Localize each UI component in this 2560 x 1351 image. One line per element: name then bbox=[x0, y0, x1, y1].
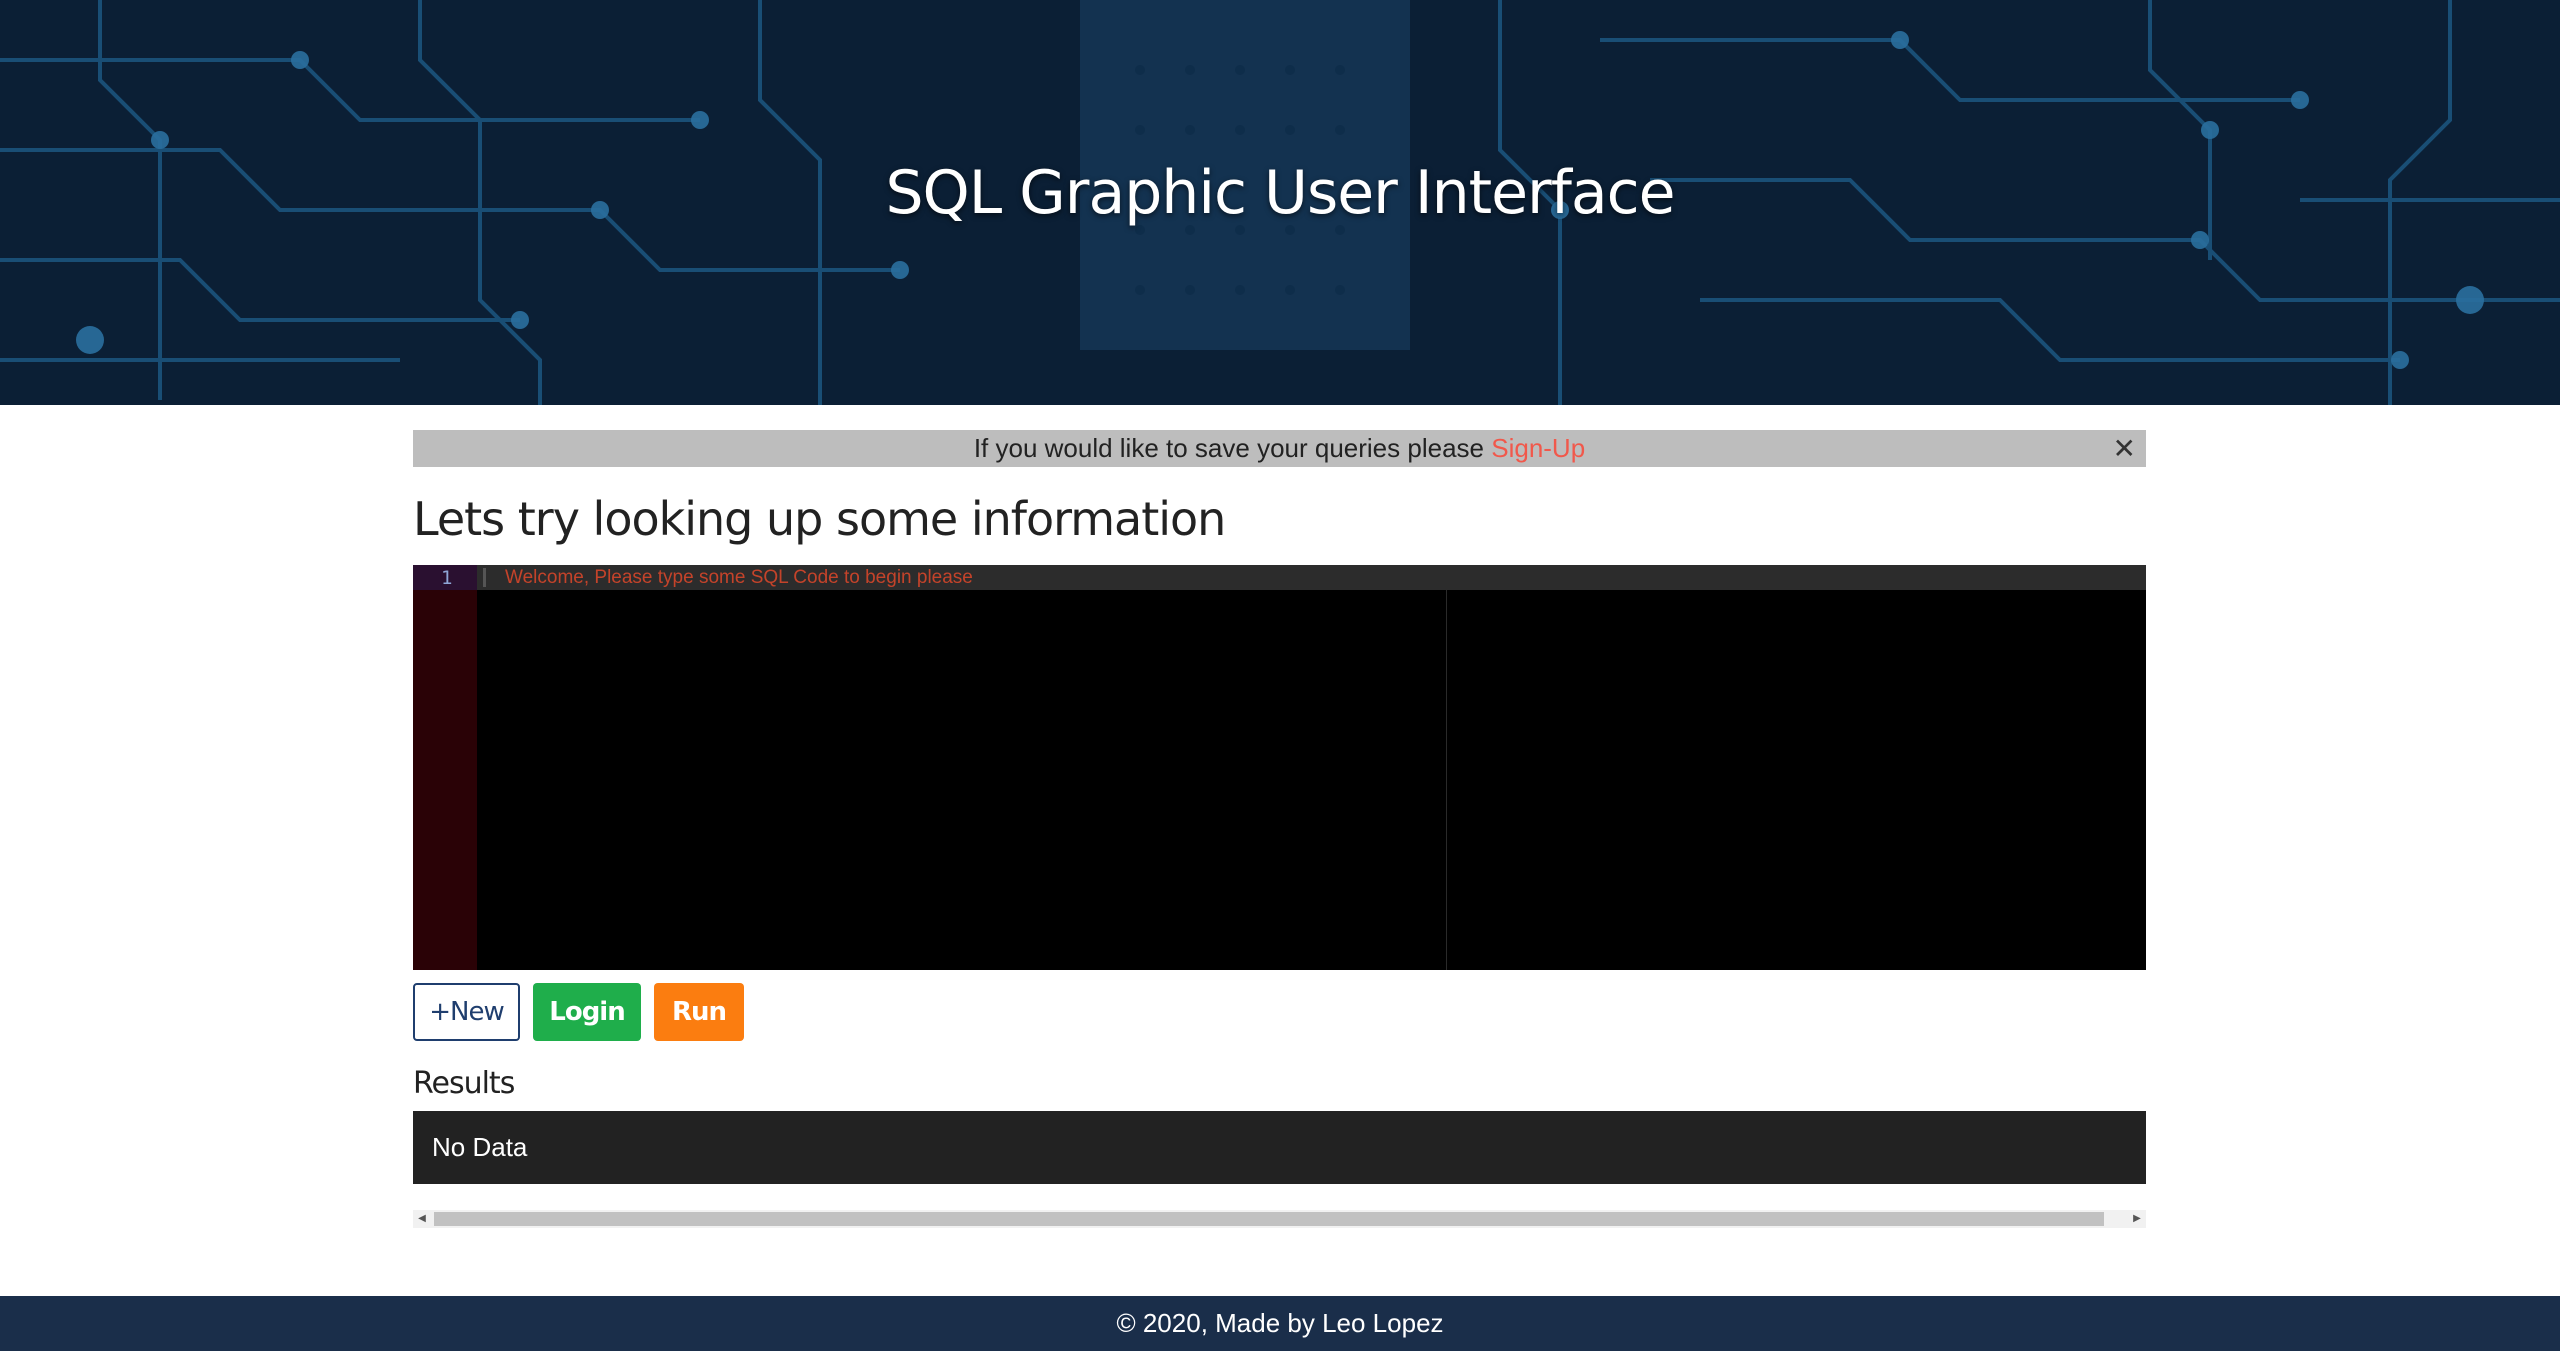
main-content: If you would like to save your queries p… bbox=[413, 430, 2146, 1228]
run-button[interactable]: Run bbox=[654, 983, 744, 1041]
scrollbar-thumb[interactable] bbox=[434, 1212, 2104, 1226]
alert-message: If you would like to save your queries p… bbox=[973, 433, 1484, 463]
new-query-button[interactable]: +New bbox=[413, 983, 520, 1041]
login-button[interactable]: Login bbox=[533, 983, 641, 1041]
editor-placeholder: Welcome, Please type some SQL Code to be… bbox=[505, 567, 973, 588]
footer-text: © 2020, Made by Leo Lopez bbox=[1116, 1308, 1444, 1338]
editor-line-number: 1 bbox=[441, 567, 453, 589]
editor-print-margin bbox=[1446, 590, 1447, 970]
signup-link[interactable]: Sign-Up bbox=[1491, 433, 1585, 463]
results-table: No Data bbox=[413, 1111, 2146, 1184]
close-icon[interactable]: ✕ bbox=[2113, 430, 2136, 467]
signup-alert: If you would like to save your queries p… bbox=[413, 430, 2146, 467]
results-empty-text: No Data bbox=[432, 1132, 528, 1162]
page-title: SQL Graphic User Interface bbox=[885, 158, 1675, 228]
action-buttons: +New Login Run bbox=[413, 983, 2146, 1041]
header-banner: SQL Graphic User Interface bbox=[0, 0, 2560, 405]
scroll-right-icon[interactable]: ▶ bbox=[2128, 1210, 2146, 1228]
section-heading: Lets try looking up some information bbox=[413, 492, 1226, 546]
footer: © 2020, Made by Leo Lopez bbox=[0, 1296, 2560, 1351]
editor-cursor bbox=[483, 568, 486, 587]
scroll-left-icon[interactable]: ◀ bbox=[413, 1210, 431, 1228]
sql-editor[interactable]: 1 Welcome, Please type some SQL Code to … bbox=[413, 565, 2146, 970]
results-heading: Results bbox=[413, 1066, 515, 1101]
editor-gutter bbox=[413, 565, 477, 970]
horizontal-scrollbar[interactable]: ◀ ▶ bbox=[413, 1210, 2146, 1228]
